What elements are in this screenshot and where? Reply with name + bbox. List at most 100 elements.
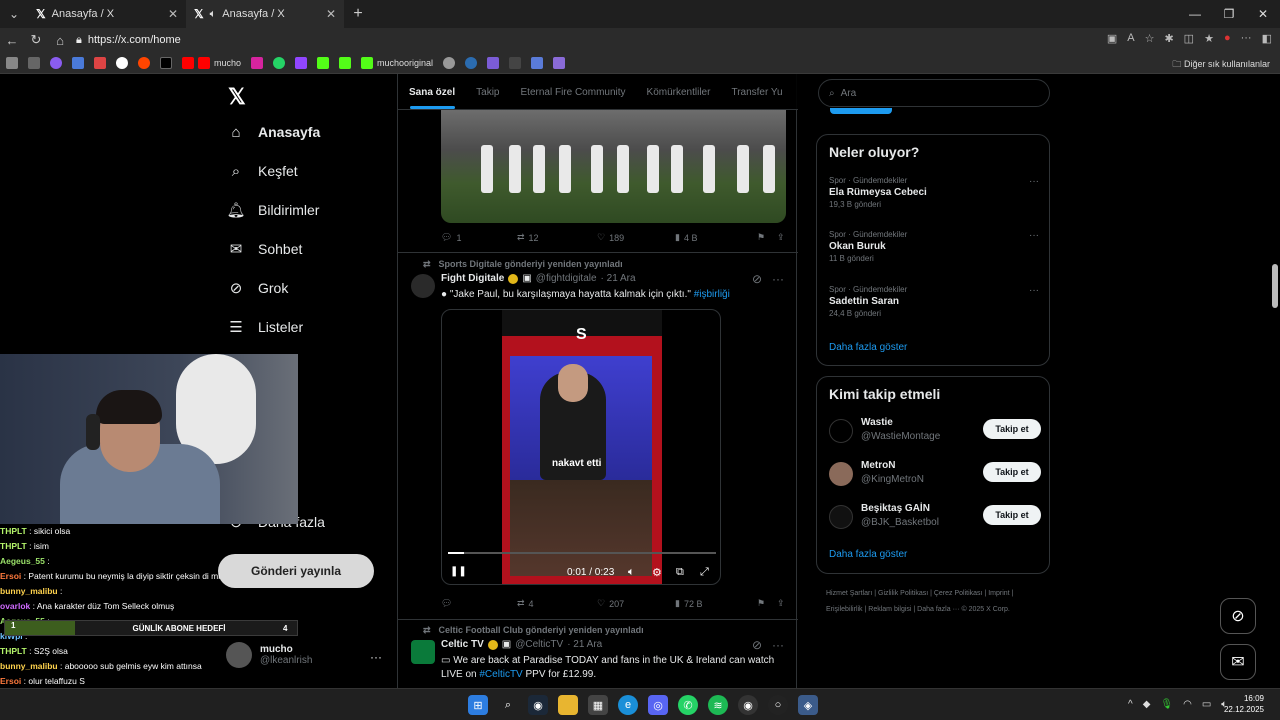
- pip-icon[interactable]: ⧉: [676, 566, 684, 579]
- nav-item-messages[interactable]: ✉ Sohbet: [228, 241, 303, 258]
- follow-button[interactable]: Takip et: [983, 419, 1041, 439]
- x-logo-icon[interactable]: 𝕏: [228, 84, 246, 110]
- share-icon[interactable]: ⇪: [777, 232, 785, 243]
- bookmark-icon[interactable]: [443, 56, 456, 69]
- show-more-link[interactable]: Daha fazla göster: [829, 549, 907, 560]
- search-icon[interactable]: ⌕: [498, 695, 518, 715]
- spotify-icon[interactable]: ≋: [708, 695, 728, 715]
- account-more-icon[interactable]: ···: [370, 650, 382, 664]
- trend-item[interactable]: Spor · Gündemdekiler Sadettin Saran 24,4…: [829, 285, 1039, 318]
- sidebar-icon[interactable]: ◧: [1262, 32, 1272, 45]
- browser-tab-2[interactable]: 𝕏 🔈︎ Anasayfa / X ✕: [186, 0, 344, 28]
- chat-username[interactable]: THPLT: [0, 541, 27, 551]
- search-input[interactable]: ⌕ Ara: [818, 79, 1050, 107]
- follow-suggestion[interactable]: Wastie @WastieMontage Takip et: [829, 417, 1041, 445]
- nav-item-home[interactable]: ⌂ Anasayfa: [228, 124, 320, 141]
- share-icon[interactable]: ⇪: [777, 598, 785, 609]
- split-icon[interactable]: ◫: [1184, 32, 1194, 45]
- bookmark-icon[interactable]: [28, 56, 40, 69]
- post-button[interactable]: Gönderi yayınla: [218, 554, 374, 588]
- nav-item-lists[interactable]: ☰ Listeler: [228, 319, 303, 336]
- pause-icon[interactable]: ❚❚: [450, 566, 467, 577]
- tab-actions-icon[interactable]: ⌄: [0, 0, 28, 28]
- bookmark-icon[interactable]: [487, 56, 500, 69]
- bookmark-icon[interactable]: [531, 56, 544, 69]
- clock[interactable]: 16:09 22.12.2025: [1224, 693, 1264, 715]
- footer-links[interactable]: Hizmet Şartları | Gizlilik Politikası | …: [826, 586, 1046, 618]
- google-icon[interactable]: [116, 56, 128, 69]
- refresh-icon[interactable]: ↻: [24, 32, 48, 48]
- whatsapp-icon[interactable]: [273, 56, 286, 69]
- post-more-icon[interactable]: ···: [772, 272, 784, 286]
- bookmark-icon[interactable]: [509, 56, 522, 69]
- obs-icon[interactable]: ◉: [738, 695, 758, 715]
- hashtag-link[interactable]: #işbirliği: [694, 289, 730, 300]
- repost-note[interactable]: ⇄ Celtic Football Club gönderiyi yeniden…: [423, 625, 644, 636]
- speaker-icon[interactable]: 🔈︎: [210, 8, 217, 21]
- browser-tab-1[interactable]: 𝕏 Anasayfa / X ✕: [28, 0, 186, 28]
- bookmark-icon[interactable]: ⚑: [757, 598, 777, 609]
- close-tab-icon[interactable]: ✕: [168, 7, 178, 21]
- steam-icon[interactable]: ◉: [528, 695, 548, 715]
- chat-username[interactable]: bunny_malibu: [0, 586, 58, 596]
- read-aloud-icon[interactable]: A: [1127, 32, 1134, 45]
- chat-username[interactable]: THPLT: [0, 646, 27, 656]
- twitch-icon[interactable]: [295, 56, 308, 69]
- trend-item[interactable]: Spor · Gündemdekiler Okan Buruk 11 B gön…: [829, 230, 1039, 263]
- mic-icon[interactable]: 🎙︎: [1160, 699, 1173, 710]
- repost-button[interactable]: ⇄ 4: [517, 598, 597, 609]
- bookmark-icon[interactable]: [553, 56, 566, 69]
- close-tab-icon[interactable]: ✕: [326, 7, 336, 21]
- bookmark-muchooriginal[interactable]: muchooriginal: [361, 56, 433, 69]
- chat-username[interactable]: bunny_malibu: [0, 661, 58, 671]
- settings-icon[interactable]: ⚙: [652, 566, 662, 579]
- hashtag-link[interactable]: #CelticTV: [479, 669, 522, 680]
- reddit-icon[interactable]: [138, 56, 150, 69]
- favorite-star-icon[interactable]: ☆: [1145, 32, 1155, 45]
- gmail-icon[interactable]: [94, 56, 106, 69]
- chevron-up-icon[interactable]: ^: [1128, 699, 1133, 710]
- avatar[interactable]: [411, 274, 435, 298]
- extensions-icon[interactable]: ✱: [1164, 32, 1173, 45]
- minimize-icon[interactable]: —: [1178, 0, 1212, 28]
- chat-username[interactable]: Ersoi: [0, 571, 21, 581]
- bookmark-icon[interactable]: [50, 56, 62, 69]
- chat-username[interactable]: Ersoi: [0, 676, 21, 686]
- views-button[interactable]: ▮ 4 B: [675, 232, 757, 243]
- repost-button[interactable]: ⇄ 12: [517, 232, 597, 243]
- url-field[interactable]: 🔒︎ https://x.com/home: [76, 31, 1056, 49]
- author-handle[interactable]: @fightdigitale: [536, 273, 597, 284]
- grok-icon[interactable]: ⊘: [752, 638, 762, 652]
- other-favorites[interactable]: 🗀 Diğer sık kullanılanlar: [1172, 57, 1270, 73]
- volume-icon[interactable]: 🔈︎: [628, 566, 635, 579]
- app-icon[interactable]: ▣: [1107, 32, 1117, 45]
- nav-item-grok[interactable]: ⊘ Grok: [228, 280, 289, 297]
- tab-transfer[interactable]: Transfer Yu: [720, 74, 792, 109]
- like-button[interactable]: ♡ 207: [597, 598, 675, 609]
- store-icon[interactable]: ▦: [588, 695, 608, 715]
- kick-icon[interactable]: [339, 56, 352, 69]
- post-date[interactable]: · 21 Ara: [601, 273, 636, 284]
- bookmark-icon[interactable]: ⚑: [757, 232, 777, 243]
- chat-username[interactable]: ovarlok: [0, 601, 30, 611]
- author-handle[interactable]: @CelticTV: [515, 639, 563, 650]
- new-tab-button[interactable]: +: [344, 5, 372, 23]
- reply-button[interactable]: 💬︎: [441, 598, 517, 609]
- reply-button[interactable]: 💬︎ 1: [441, 232, 517, 243]
- views-button[interactable]: ▮ 72 B: [675, 598, 757, 609]
- tab-following[interactable]: Takip: [465, 74, 509, 109]
- post-date[interactable]: · 21 Ara: [567, 639, 602, 650]
- kick-icon[interactable]: [317, 56, 330, 69]
- profile-avatar[interactable]: ●: [1224, 32, 1231, 45]
- maximize-icon[interactable]: ❐: [1212, 0, 1246, 28]
- avatar[interactable]: [411, 640, 435, 664]
- author-name[interactable]: Fight Digitale: [441, 273, 504, 284]
- favorites-icon[interactable]: ★: [1204, 32, 1214, 45]
- trend-more-icon[interactable]: ···: [1029, 230, 1039, 241]
- fullscreen-icon[interactable]: ⤢: [700, 566, 709, 579]
- nav-item-notifications[interactable]: 🔔︎ Bildirimler: [226, 202, 319, 219]
- messages-fab-icon[interactable]: ✉: [1220, 644, 1256, 680]
- more-icon[interactable]: ···: [1241, 32, 1252, 45]
- tab-for-you[interactable]: Sana özel: [398, 74, 465, 109]
- grok-icon[interactable]: ⊘: [752, 272, 762, 286]
